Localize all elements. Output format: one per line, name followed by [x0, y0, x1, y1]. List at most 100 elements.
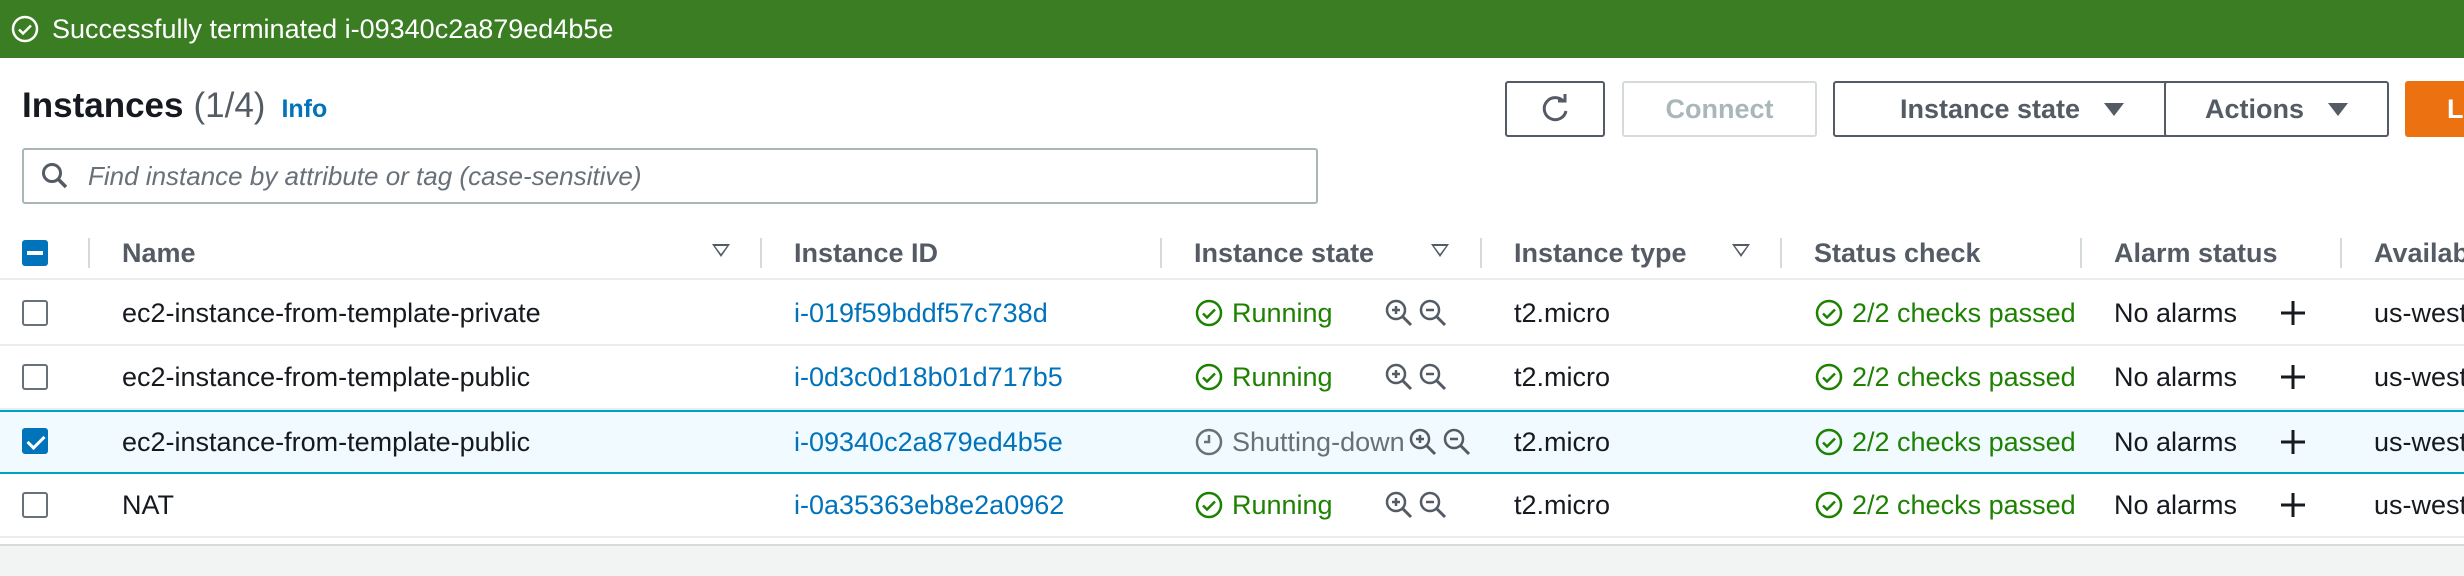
instance-state-cell: Running: [1194, 282, 1412, 344]
column-header-status-check[interactable]: Status check: [1814, 226, 1981, 280]
status-check-text: 2/2 checks passed: [1852, 426, 2076, 457]
column-header-alarm-status[interactable]: Alarm status: [2114, 226, 2278, 280]
instance-id-link[interactable]: i-019f59bddf57c738d: [794, 282, 1048, 344]
table-header: Name Instance ID Instance state Instance…: [0, 226, 2464, 280]
row-checkbox[interactable]: [22, 364, 48, 390]
clock-icon: [1195, 428, 1223, 456]
caret-down-icon: [2328, 102, 2348, 116]
select-all-checkbox[interactable]: [22, 240, 48, 266]
instance-state-dropdown[interactable]: Instance state: [1833, 81, 2191, 137]
plus-icon[interactable]: [2278, 427, 2308, 457]
instance-name: ec2-instance-from-template-public: [122, 361, 531, 392]
instance-state-cell: Running: [1194, 474, 1412, 536]
instance-name: NAT: [122, 489, 174, 520]
zoom-out-icon[interactable]: [1442, 427, 1472, 457]
zoom-out-icon[interactable]: [1418, 490, 1448, 520]
check-circle-icon: [1815, 428, 1843, 456]
instance-state-label: Instance state: [1899, 93, 2081, 124]
instance-state-text: Shutting-down: [1232, 426, 1405, 457]
status-check-text: 2/2 checks passed: [1852, 361, 2076, 392]
page-title: Instances: [22, 86, 184, 125]
sort-icon[interactable]: [1431, 244, 1449, 257]
refresh-button[interactable]: [1505, 81, 1605, 137]
actions-dropdown[interactable]: Actions: [2164, 81, 2389, 137]
availability-zone: us-west: [2374, 297, 2464, 328]
status-check-cell: 2/2 checks passed: [1814, 412, 2084, 472]
instance-type: t2.micro: [1514, 361, 1611, 392]
row-checkbox[interactable]: [22, 492, 48, 518]
panel-header: Instances (1/4) Info: [22, 86, 327, 126]
status-check-cell: 2/2 checks passed: [1814, 282, 2084, 344]
search-icon: [42, 163, 68, 189]
table-row[interactable]: ec2-instance-from-template-public i-0d3c…: [0, 346, 2464, 410]
instance-type: t2.micro: [1514, 426, 1611, 457]
table-row[interactable]: ec2-instance-from-template-public i-0934…: [0, 410, 2464, 474]
status-check-text: 2/2 checks passed: [1852, 489, 2076, 520]
success-flash-banner: Successfully terminated i-09340c2a879ed4…: [0, 0, 2464, 58]
check-circle-icon: [1815, 363, 1843, 391]
sort-icon[interactable]: [712, 244, 730, 257]
table-row[interactable]: ec2-instance-from-template-private i-019…: [0, 282, 2464, 346]
status-check-cell: 2/2 checks passed: [1814, 346, 2084, 408]
instance-name: ec2-instance-from-template-private: [122, 297, 541, 328]
availability-zone: us-west: [2374, 361, 2464, 392]
alarm-status: No alarms: [2114, 489, 2238, 520]
column-header-instance-state[interactable]: Instance state: [1194, 226, 1374, 280]
check-circle-icon: [11, 15, 39, 43]
column-divider: [88, 238, 90, 268]
check-circle-icon: [1815, 491, 1843, 519]
row-checkbox[interactable]: [22, 428, 48, 454]
column-header-availability-zone[interactable]: Availab: [2374, 226, 2464, 280]
instance-id-link[interactable]: i-0a35363eb8e2a0962: [794, 474, 1064, 536]
row-checkbox[interactable]: [22, 300, 48, 326]
instance-type: t2.micro: [1514, 489, 1611, 520]
column-divider[interactable]: [1160, 238, 1162, 268]
status-check-text: 2/2 checks passed: [1852, 297, 2076, 328]
selection-count: (1/4): [193, 86, 266, 125]
alarm-status: No alarms: [2114, 426, 2238, 457]
flash-message: Successfully terminated i-09340c2a879ed4…: [52, 13, 614, 44]
column-divider[interactable]: [1480, 238, 1482, 268]
instance-type: t2.micro: [1514, 297, 1611, 328]
zoom-in-icon[interactable]: [1408, 427, 1438, 457]
status-check-cell: 2/2 checks passed: [1814, 474, 2084, 536]
plus-icon[interactable]: [2278, 362, 2308, 392]
column-divider[interactable]: [2340, 238, 2342, 268]
zoom-in-icon[interactable]: [1384, 298, 1414, 328]
table-row[interactable]: NAT i-0a35363eb8e2a0962 Running t2.micro…: [0, 474, 2464, 538]
column-divider[interactable]: [1780, 238, 1782, 268]
instance-state-cell: Shutting-down: [1194, 412, 1410, 472]
column-divider[interactable]: [760, 238, 762, 268]
column-header-instance-id[interactable]: Instance ID: [794, 226, 938, 280]
instance-name: ec2-instance-from-template-public: [122, 426, 531, 457]
check-circle-icon: [1195, 491, 1223, 519]
check-circle-icon: [1195, 363, 1223, 391]
instance-state-cell: Running: [1194, 346, 1412, 408]
sort-icon[interactable]: [1732, 244, 1750, 257]
caret-down-icon: [2104, 102, 2125, 116]
connect-button[interactable]: Connect: [1622, 81, 1817, 137]
zoom-in-icon[interactable]: [1384, 362, 1414, 392]
alarm-status: No alarms: [2114, 361, 2238, 392]
search-field[interactable]: [22, 148, 1318, 204]
plus-icon[interactable]: [2278, 298, 2308, 328]
actions-label: Actions: [2204, 93, 2304, 124]
alarm-status: No alarms: [2114, 297, 2238, 328]
plus-icon[interactable]: [2278, 490, 2308, 520]
instance-id-link[interactable]: i-0d3c0d18b01d717b5: [794, 346, 1063, 408]
column-divider[interactable]: [2080, 238, 2082, 268]
instance-id-link[interactable]: i-09340c2a879ed4b5e: [794, 412, 1063, 472]
zoom-in-icon[interactable]: [1384, 490, 1414, 520]
check-circle-icon: [1815, 299, 1843, 327]
zoom-out-icon[interactable]: [1418, 298, 1448, 328]
search-input[interactable]: [88, 160, 1288, 192]
availability-zone: us-west: [2374, 426, 2464, 457]
column-header-name[interactable]: Name: [122, 226, 196, 280]
column-header-instance-type[interactable]: Instance type: [1514, 226, 1687, 280]
refresh-icon: [1542, 94, 1568, 122]
instances-panel: Instances (1/4) Info Connect Instance st…: [0, 58, 2464, 546]
zoom-out-icon[interactable]: [1418, 362, 1448, 392]
info-link[interactable]: Info: [281, 95, 327, 124]
launch-instances-button[interactable]: La: [2405, 81, 2464, 137]
availability-zone: us-west: [2374, 489, 2464, 520]
